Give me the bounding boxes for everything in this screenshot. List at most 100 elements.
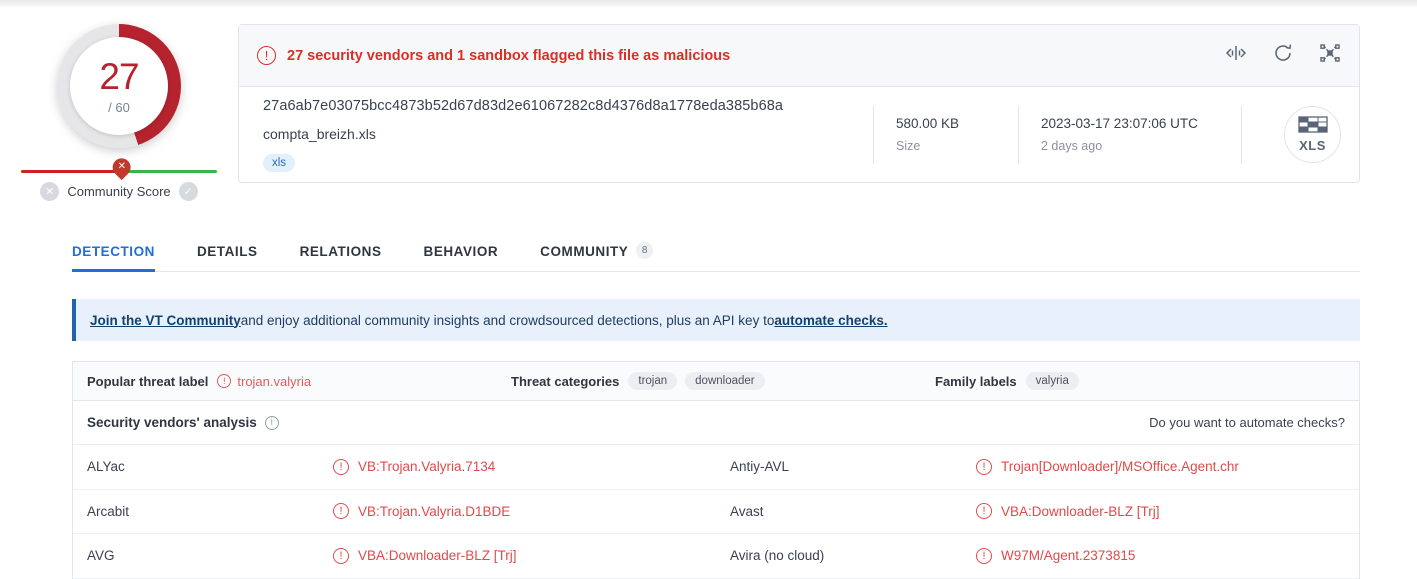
threat-category-chip: downloader [685, 372, 765, 390]
vendor-result-text: VB:Trojan.Valyria.D1BDE [358, 503, 511, 519]
threat-labels-bar: Popular threat label ! trojan.valyria Th… [72, 361, 1360, 401]
vendor-result: ! Trojan[Downloader]/MSOffice.Agent.chr [976, 458, 1239, 475]
malicious-alert-message: 27 security vendors and 1 sandbox flagge… [287, 47, 731, 64]
vendor-name: AVG [87, 548, 115, 564]
report-tabs: DETECTION DETAILS RELATIONS BEHAVIOR COM… [72, 229, 1360, 272]
file-name: compta_breizh.xls [263, 125, 376, 142]
file-hash[interactable]: 27a6ab7e03075bcc4873b52d67d83d2e61067282… [263, 98, 851, 114]
vendors-analysis-header: Security vendors' analysis i Do you want… [72, 401, 1360, 445]
vendor-result-text: Trojan[Downloader]/MSOffice.Agent.chr [1001, 459, 1239, 475]
vendor-result: ! W97M/Agent.2373815 [976, 547, 1136, 564]
info-icon[interactable]: i [264, 415, 279, 430]
malicious-alert-row: ! 27 security vendors and 1 sandbox flag… [239, 25, 1359, 87]
family-labels-group: Family labels valyria [921, 372, 1087, 390]
automate-checks-link[interactable]: automate checks. [774, 313, 887, 328]
malicious-icon: ! [976, 458, 992, 475]
join-vt-community-link[interactable]: Join the VT Community [90, 313, 241, 328]
community-score-bar-positive [119, 170, 217, 173]
file-date-relative: 2 days ago [1041, 139, 1103, 153]
report-summary-section: 27 / 60 ✕ ✕ Community Score ✓ ! 27 secur… [0, 8, 1417, 201]
vendors-analysis-table: ALYac ! VB:Trojan.Valyria.7134 Antiy-AVL… [72, 445, 1360, 579]
vendor-result: ! VB:Trojan.Valyria.7134 [333, 458, 496, 475]
file-date-value: 2023-03-17 23:07:06 UTC [1041, 116, 1198, 131]
vendor-result-text: VBA:Downloader-BLZ [Trj] [358, 548, 517, 564]
community-score-pin-icon: ✕ [108, 154, 135, 181]
info-divider-1 [873, 105, 874, 164]
table-row: Arcabit ! VB:Trojan.Valyria.D1BDE Avast … [73, 490, 1359, 534]
thumbs-down-icon[interactable]: ✕ [40, 182, 60, 201]
malicious-icon: ! [976, 547, 992, 564]
alert-exclamation-icon: ! [257, 46, 276, 65]
popular-threat-label-title: Popular threat label [87, 373, 209, 389]
vendor-result: ! VB:Trojan.Valyria.D1BDE [333, 503, 511, 520]
file-type-badge: XLS [1284, 106, 1341, 163]
table-row: AVG ! VBA:Downloader-BLZ [Trj] Avira (no… [73, 534, 1359, 579]
file-info-row: 27a6ab7e03075bcc4873b52d67d83d2e61067282… [239, 87, 1359, 182]
community-score-label: Community Score [67, 184, 171, 199]
family-label-chip: valyria [1025, 372, 1079, 390]
vendor-cell: AVG ! VBA:Downloader-BLZ [Trj] [73, 534, 716, 578]
tab-relations-label: RELATIONS [299, 244, 382, 259]
vendor-cell: ALYac ! VB:Trojan.Valyria.7134 [73, 445, 716, 489]
detection-count: 27 [99, 55, 139, 97]
detection-total: / 60 [108, 99, 130, 115]
detection-score-panel: 27 / 60 ✕ ✕ Community Score ✓ [0, 8, 238, 201]
file-report-page: 27 / 60 ✕ ✕ Community Score ✓ ! 27 secur… [0, 8, 1417, 579]
vendor-cell: Antiy-AVL ! Trojan[Downloader]/MSOffice.… [716, 445, 1359, 489]
tab-community[interactable]: COMMUNITY 8 [540, 242, 654, 271]
table-row: ALYac ! VB:Trojan.Valyria.7134 Antiy-AVL… [73, 445, 1359, 490]
file-date-column: 2023-03-17 23:07:06 UTC 2 days ago [1041, 116, 1219, 153]
thumbs-up-icon[interactable]: ✓ [178, 182, 198, 201]
file-tag-chip[interactable]: xls [263, 153, 296, 172]
file-identity: 27a6ab7e03075bcc4873b52d67d83d2e61067282… [263, 98, 851, 172]
vendor-name: ALYac [87, 459, 125, 475]
tab-details-label: DETAILS [196, 244, 258, 259]
vendor-name: Avira (no cloud) [730, 548, 825, 564]
vendor-cell: Avast ! VBA:Downloader-BLZ [Trj] [716, 490, 1359, 534]
vendor-result-text: W97M/Agent.2373815 [1001, 548, 1136, 564]
automate-checks-prompt[interactable]: Do you want to automate checks? [1149, 415, 1345, 430]
family-labels-title: Family labels [935, 373, 1017, 389]
malicious-icon: ! [333, 547, 349, 564]
spreadsheet-icon [1297, 116, 1328, 133]
reanalyze-icon[interactable] [1272, 43, 1294, 68]
top-band [0, 0, 1417, 8]
file-type-label: XLS [1299, 138, 1326, 153]
vendor-name: Arcabit [87, 503, 130, 519]
detection-gauge[interactable]: 27 / 60 [57, 24, 181, 148]
community-score-widget[interactable]: ✕ ✕ Community Score ✓ [21, 154, 217, 201]
tab-relations[interactable]: RELATIONS [300, 244, 382, 271]
vendor-name: Antiy-AVL [730, 459, 790, 475]
vendor-result: ! VBA:Downloader-BLZ [Trj] [333, 547, 517, 564]
file-size-label: Size [896, 139, 921, 153]
community-score-label-row: ✕ Community Score ✓ [21, 182, 217, 201]
card-action-buttons [1225, 43, 1341, 68]
join-banner-text: and enjoy additional community insights … [240, 312, 775, 328]
tab-detection[interactable]: DETECTION [72, 244, 155, 272]
popular-threat-label-value: trojan.valyria [237, 373, 312, 389]
vendor-name: Avast [730, 503, 764, 519]
tab-details[interactable]: DETAILS [197, 244, 258, 271]
popular-threat-label-group: Popular threat label ! trojan.valyria [73, 374, 497, 389]
malicious-icon: ! [976, 503, 992, 520]
vendor-cell: Avira (no cloud) ! W97M/Agent.2373815 [716, 534, 1359, 578]
threat-categories-group: Threat categories trojan downloader [497, 372, 921, 390]
vendor-result-text: VB:Trojan.Valyria.7134 [358, 459, 496, 475]
info-divider-3 [1241, 105, 1242, 164]
tab-behavior[interactable]: BEHAVIOR [424, 244, 499, 271]
vendors-analysis-title: Security vendors' analysis [87, 415, 257, 430]
malicious-icon: ! [333, 458, 349, 475]
vendor-cell: Arcabit ! VB:Trojan.Valyria.D1BDE [73, 490, 716, 534]
vendor-result: ! VBA:Downloader-BLZ [Trj] [976, 503, 1160, 520]
vendor-result-text: VBA:Downloader-BLZ [Trj] [1001, 503, 1160, 519]
tab-behavior-label: BEHAVIOR [423, 244, 499, 259]
similar-files-icon[interactable] [1225, 43, 1247, 68]
file-size-column: 580.00 KB Size [896, 116, 996, 153]
file-summary-card: ! 27 security vendors and 1 sandbox flag… [238, 24, 1360, 183]
malicious-icon: ! [333, 503, 349, 520]
gauge-center: 27 / 60 [70, 37, 168, 135]
info-divider-2 [1018, 105, 1019, 164]
join-community-banner: Join the VT Community and enjoy addition… [72, 299, 1360, 341]
graph-icon[interactable] [1319, 43, 1341, 68]
community-score-bar-negative [21, 170, 119, 173]
